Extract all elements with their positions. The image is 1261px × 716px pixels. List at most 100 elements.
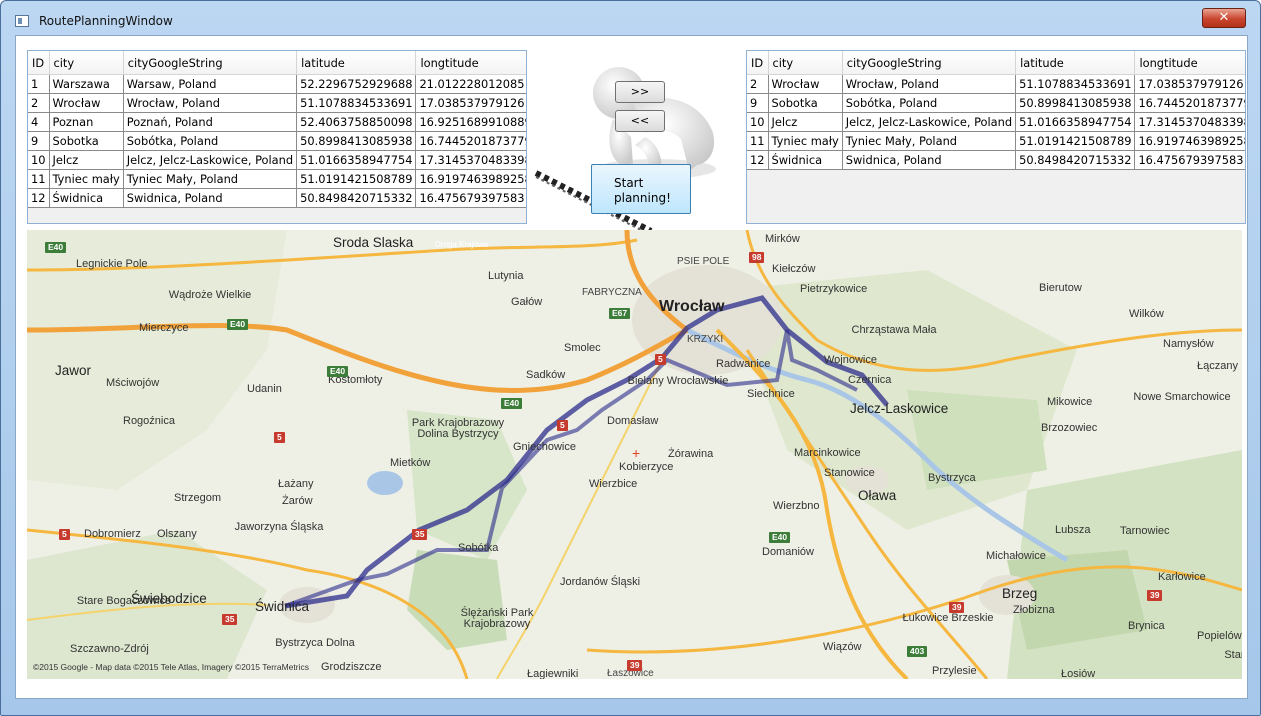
remove-city-button[interactable]: << [615,110,665,132]
table-cell[interactable]: Sobótka, Poland [123,131,298,151]
road-shield: E40 [327,366,349,377]
table-row[interactable]: 12 Świdnica Swidnica, Poland 50.84984207153… [747,150,1245,170]
column-header[interactable]: cityGoogleString [123,51,298,75]
table-cell[interactable]: 50.8998413085938 [296,131,417,151]
all-cities-grid[interactable]: ID city cityGoogleString latitude longtitude… [27,50,527,224]
map-label: Wilków [1129,308,1164,320]
table-cell[interactable]: Tyniec Mały, Poland [842,131,1017,151]
table-row[interactable]: 2 Wrocław Wrocław, Poland 51.1078834533691 1… [747,74,1245,94]
table-cell[interactable]: 16.475679397583 [415,188,526,208]
table-cell[interactable]: 51.0166358947754 [296,150,417,170]
table-cell[interactable]: 52.2296752929688 [296,74,417,94]
table-cell[interactable]: 21.012228012085 [415,74,526,94]
table-cell[interactable]: Sobótka, Poland [842,93,1017,113]
table-cell[interactable]: Wrocław, Poland [123,93,298,113]
table-cell[interactable]: 9 [747,93,769,113]
table-cell[interactable]: 1 [28,74,50,94]
column-header[interactable]: latitude [296,51,417,75]
column-header[interactable]: ID [747,51,769,75]
table-cell[interactable]: 17.038537979126 [1134,74,1245,94]
table-cell[interactable]: 2 [747,74,769,94]
table-row[interactable]: 10 Jelcz Jelcz, Jelcz-Laskowice, Poland 51.… [28,150,526,170]
table-cell[interactable]: 9 [28,131,50,151]
table-cell[interactable]: Tyniec Mały, Poland [123,169,298,189]
table-cell[interactable]: 50.8998413085938 [1015,93,1136,113]
table-row[interactable]: 9 Sobotka Sobótka, Poland 50.8998413085938 1… [28,131,526,151]
table-cell[interactable]: Wrocław [768,74,843,94]
table-cell[interactable]: Warsaw, Poland [123,74,298,94]
table-row[interactable]: 10 Jelcz Jelcz, Jelcz-Laskowice, Poland 51.… [747,112,1245,132]
route-map[interactable]: + Sroda Slaska Mirków Kiełczów Legnickie Po… [27,230,1242,679]
table-row[interactable]: 1 Warszawa Warsaw, Poland 52.2296752929688 2… [28,74,526,94]
table-cell[interactable]: 4 [28,112,50,132]
table-cell[interactable]: 16.9197463989258 [1134,131,1245,151]
table-row[interactable]: 12 Świdnica Swidnica, Poland 50.84984207153… [28,188,526,208]
table-cell[interactable]: 16.9251689910889 [415,112,526,132]
table-row[interactable]: 2 Wrocław Wrocław, Poland 51.1078834533691 1… [28,93,526,113]
table-cell[interactable]: 50.8498420715332 [296,188,417,208]
table-cell[interactable]: 17.3145370483398 [415,150,526,170]
table-cell[interactable]: Wrocław, Poland [842,74,1017,94]
table-cell[interactable]: 51.0191421508789 [1015,131,1136,151]
add-city-button[interactable]: >> [615,81,665,103]
table-cell[interactable]: 16.475679397583 [1134,150,1245,170]
column-header[interactable]: longtitude [1134,51,1245,75]
column-header[interactable]: cityGoogleString [842,51,1017,75]
table-cell[interactable]: 16.9197463989258 [415,169,526,189]
table-cell[interactable]: 17.038537979126 [415,93,526,113]
table-row[interactable]: 9 Sobotka Sobótka, Poland 50.8998413085938 1… [747,93,1245,113]
table-cell[interactable]: 16.7445201873779 [415,131,526,151]
map-label: Sroda Slaska [333,235,414,250]
table-row[interactable]: 4 Poznan Poznań, Poland 52.4063758850098 16.… [28,112,526,132]
close-button[interactable]: ✕ [1202,8,1246,28]
table-cell[interactable]: Swidnica, Poland [842,150,1017,170]
table-cell[interactable]: Sobotka [49,131,124,151]
table-cell[interactable]: 12 [28,188,50,208]
column-header[interactable]: latitude [1015,51,1136,75]
road-shield: 35 [412,529,428,540]
table-cell[interactable]: 17.3145370483398 [1134,112,1245,132]
table-cell[interactable]: Świdnica [49,188,124,208]
table-cell[interactable]: Tyniec mały [768,131,843,151]
table-cell[interactable]: 11 [28,169,50,189]
title-bar[interactable]: RoutePlanningWindow ✕ [1,1,1260,35]
table-cell[interactable]: 51.0191421508789 [296,169,417,189]
table-row[interactable]: 11 Tyniec mały Tyniec Mały, Poland 51.01914… [747,131,1245,151]
table-cell[interactable]: 51.0166358947754 [1015,112,1136,132]
table-cell[interactable]: 50.8498420715332 [1015,150,1136,170]
road-shield: E40 [227,319,249,330]
start-planning-button[interactable]: Start planning! [591,164,691,214]
column-header[interactable]: longtitude [415,51,526,75]
column-header[interactable]: ID [28,51,50,75]
table-cell[interactable]: 2 [28,93,50,113]
table-row[interactable]: 11 Tyniec mały Tyniec Mały, Poland 51.01914… [28,169,526,189]
table-cell[interactable]: 12 [747,150,769,170]
table-cell[interactable]: Wrocław [49,93,124,113]
table-cell[interactable]: Jelcz, Jelcz-Laskowice, Poland [123,150,298,170]
road-shield: 403 [907,646,928,657]
map-label: Łączany [1197,360,1238,372]
table-cell[interactable]: Jelcz, Jelcz-Laskowice, Poland [842,112,1017,132]
table-cell[interactable]: Sobotka [768,93,843,113]
table-cell[interactable]: Jelcz [768,112,843,132]
table-cell[interactable]: Jelcz [49,150,124,170]
table-cell[interactable]: 51.1078834533691 [1015,74,1136,94]
table-cell[interactable]: Poznań, Poland [123,112,298,132]
table-cell[interactable]: Warszawa [49,74,124,94]
table-cell[interactable]: Świdnica [768,150,843,170]
table-cell[interactable]: Tyniec mały [49,169,124,189]
table-cell[interactable]: 51.1078834533691 [296,93,417,113]
table-cell[interactable]: 11 [747,131,769,151]
column-header[interactable]: city [768,51,843,75]
selected-cities-grid[interactable]: ID city cityGoogleString latitude longtitude… [746,50,1246,224]
road-shield: 39 [1147,590,1163,601]
table-cell[interactable]: 10 [28,150,50,170]
table-cell[interactable]: 10 [747,112,769,132]
map-label: Tarnowiec [1120,525,1170,537]
column-header[interactable]: city [49,51,124,75]
table-cell[interactable]: Swidnica, Poland [123,188,298,208]
table-cell[interactable]: Poznan [49,112,124,132]
table-cell[interactable]: 52.4063758850098 [296,112,417,132]
map-label: Mściwojów [106,377,160,389]
table-cell[interactable]: 16.7445201873779 [1134,93,1245,113]
